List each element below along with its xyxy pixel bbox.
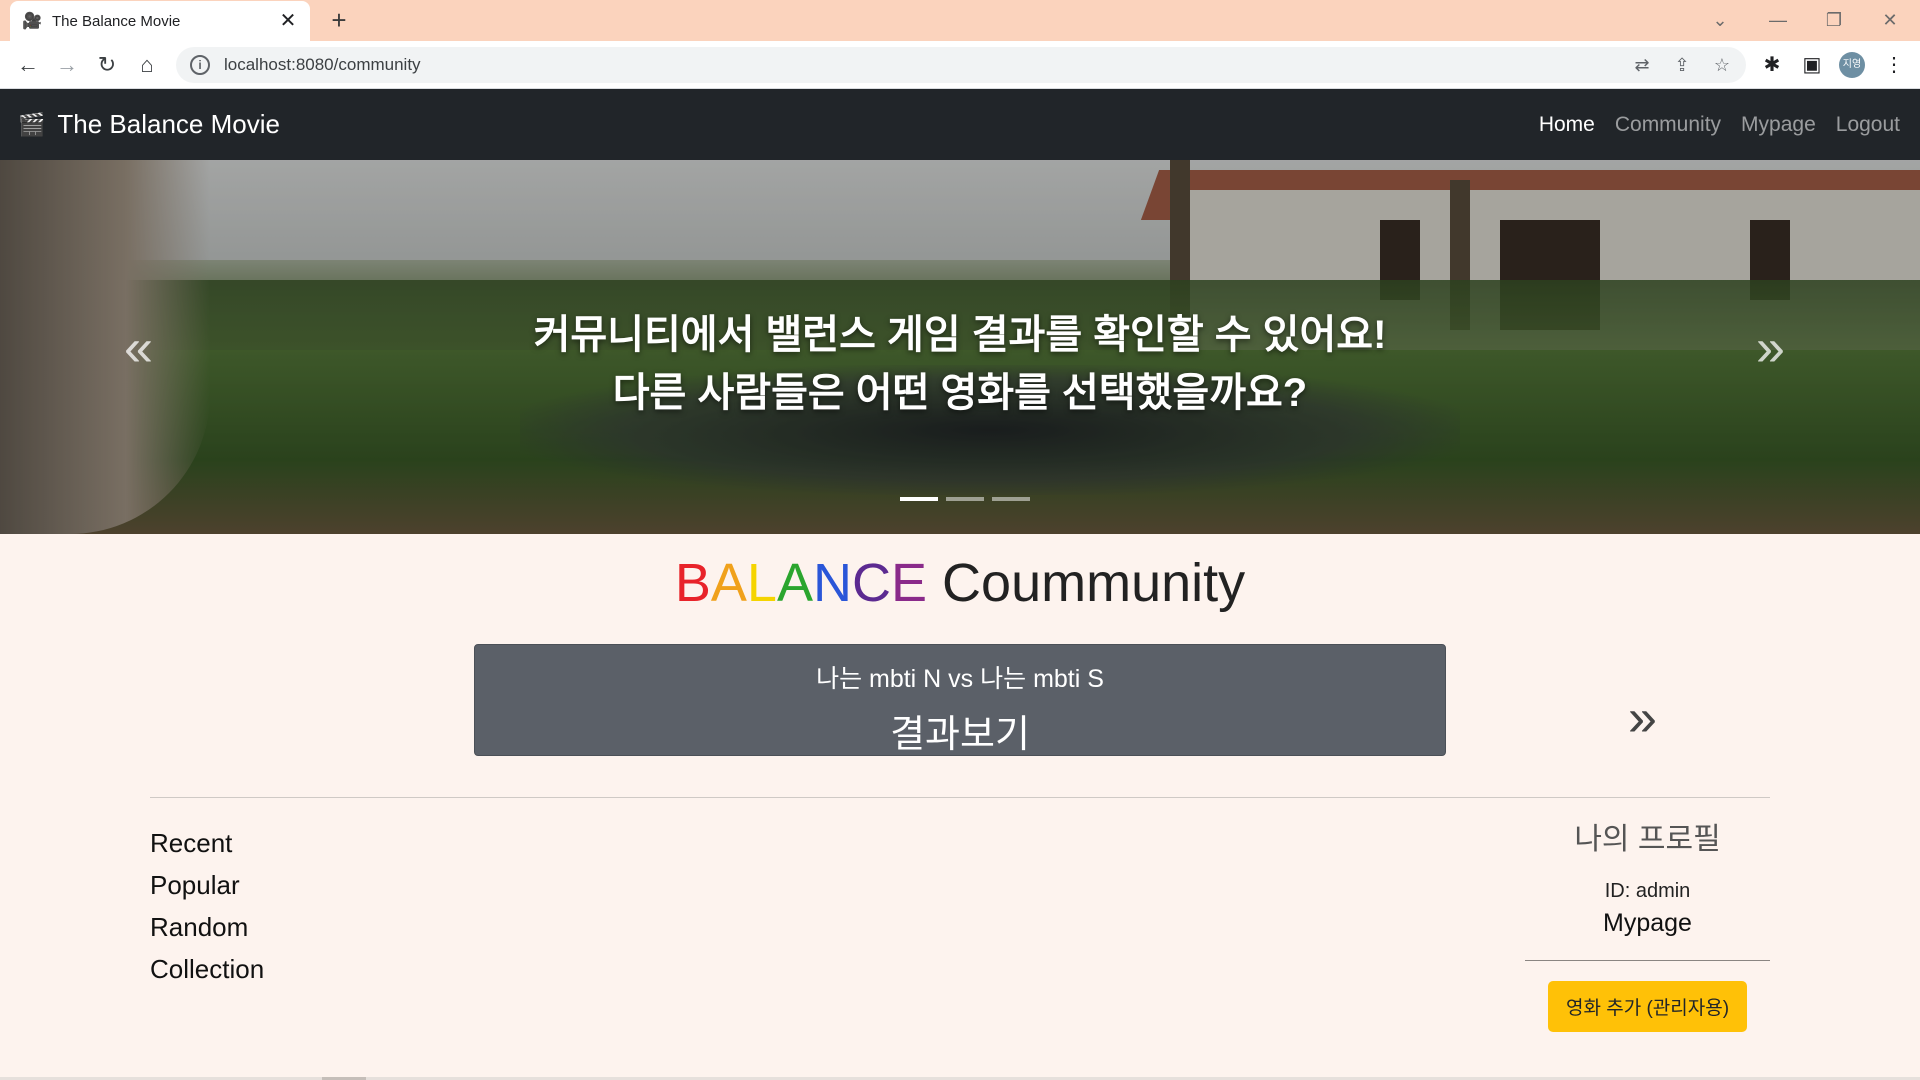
share-icon[interactable]: ⇪ [1671, 54, 1693, 76]
title-letter: L [746, 553, 777, 613]
hero-carousel: 커뮤니티에서 밸런스 게임 결과를 확인할 수 있어요! 다른 사람들은 어떤 … [0, 160, 1920, 534]
profile-avatar[interactable]: 지영 [1839, 52, 1865, 78]
title-rest: Coummunity [942, 553, 1246, 613]
tab-title: The Balance Movie [52, 12, 181, 30]
site-navbar: 🎬 The Balance Movie Home Community Mypag… [0, 89, 1920, 160]
profile-mypage-link[interactable]: Mypage [1525, 909, 1770, 938]
home-icon[interactable]: ⌂ [133, 51, 161, 79]
site-info-icon[interactable]: i [190, 55, 210, 75]
address-bar[interactable]: i localhost:8080/community ⇄ ⇪ ☆ [176, 47, 1746, 83]
close-window-icon[interactable]: ✕ [1868, 6, 1912, 34]
translate-icon[interactable]: ⇄ [1631, 54, 1653, 76]
restore-icon[interactable]: ❐ [1812, 6, 1856, 34]
side-panel-icon[interactable]: ▣ [1798, 51, 1826, 79]
title-letter: C [852, 553, 891, 613]
new-tab-button[interactable]: + [326, 7, 352, 34]
profile-divider [1525, 960, 1770, 961]
view-result-button[interactable]: 결과보기 [475, 703, 1445, 758]
hero-caption: 커뮤니티에서 밸런스 게임 결과를 확인할 수 있어요! 다른 사람들은 어떤 … [0, 306, 1920, 422]
nav-logout[interactable]: Logout [1836, 113, 1900, 137]
profile-id: ID: admin [1604, 880, 1691, 902]
community-sidemenu: Recent Popular Random Collection [150, 822, 264, 990]
sidemenu-collection[interactable]: Collection [150, 948, 264, 990]
extensions-icon[interactable]: ✱ [1758, 51, 1786, 79]
title-letter: B [674, 553, 711, 613]
browser-toolbar: ← → ↻ ⌂ i localhost:8080/community ⇄ ⇪ ☆… [0, 41, 1920, 89]
profile-title: 나의 프로필 [1574, 823, 1721, 856]
section-divider [150, 797, 1770, 798]
movie-camera-icon: 🎥 [22, 13, 42, 30]
address-url[interactable]: localhost:8080/community [224, 55, 421, 75]
hero-caption-line1: 커뮤니티에서 밸런스 게임 결과를 확인할 수 있어요! [533, 313, 1387, 357]
browser-tabstrip: 🎥 The Balance Movie ✕ + ⌄ — ❐ ✕ [0, 0, 1920, 41]
menu-icon[interactable]: ⋮ [1880, 51, 1908, 79]
title-letter: E [891, 553, 928, 613]
bookmark-star-icon[interactable]: ☆ [1711, 54, 1733, 76]
add-movie-admin-button[interactable]: 영화 추가 (관리자용) [1547, 981, 1748, 1032]
game-question: 나는 mbti N vs 나는 mbti S [816, 665, 1104, 693]
brand[interactable]: 🎬 The Balance Movie [18, 89, 280, 160]
nav-links: Home Community Mypage Logout [1519, 89, 1900, 160]
browser-tab[interactable]: 🎥 The Balance Movie ✕ [10, 1, 310, 41]
back-icon[interactable]: ← [14, 51, 42, 79]
tab-close-icon[interactable]: ✕ [278, 11, 298, 31]
title-letter: A [776, 553, 813, 613]
carousel-indicator[interactable] [992, 497, 1030, 501]
brand-name[interactable]: The Balance Movie [57, 109, 280, 140]
clapperboard-icon: 🎬 [18, 111, 46, 137]
nav-mypage[interactable]: Mypage [1741, 113, 1816, 137]
sidemenu-popular[interactable]: Popular [150, 864, 264, 906]
nav-community[interactable]: Community [1615, 113, 1721, 137]
community-title: BALANCE Coummunity [0, 552, 1920, 614]
nav-home[interactable]: Home [1539, 113, 1595, 137]
reload-icon[interactable]: ↻ [93, 51, 121, 79]
carousel-indicators [896, 497, 1034, 501]
forward-icon[interactable]: → [53, 51, 81, 79]
sidemenu-random[interactable]: Random [150, 906, 264, 948]
carousel-indicator[interactable] [946, 497, 984, 501]
balance-game-card[interactable]: 나는 mbti N vs 나는 mbti S 결과보기 [474, 644, 1446, 756]
tab-search-icon[interactable]: ⌄ [1698, 6, 1742, 34]
minimize-icon[interactable]: — [1756, 6, 1800, 34]
next-game-icon[interactable]: » [1628, 692, 1657, 744]
carousel-prev-icon[interactable]: « [124, 322, 153, 374]
title-letter: A [710, 553, 747, 613]
carousel-next-icon[interactable]: » [1756, 322, 1785, 374]
sidemenu-recent[interactable]: Recent [150, 822, 264, 864]
profile-box: 나의 프로필 ID: admin Mypage 영화 추가 (관리자용) [1525, 812, 1770, 1032]
carousel-indicator[interactable] [900, 497, 938, 501]
title-letter: N [813, 553, 852, 613]
hero-caption-line2: 다른 사람들은 어떤 영화를 선택했을까요? [612, 371, 1308, 415]
